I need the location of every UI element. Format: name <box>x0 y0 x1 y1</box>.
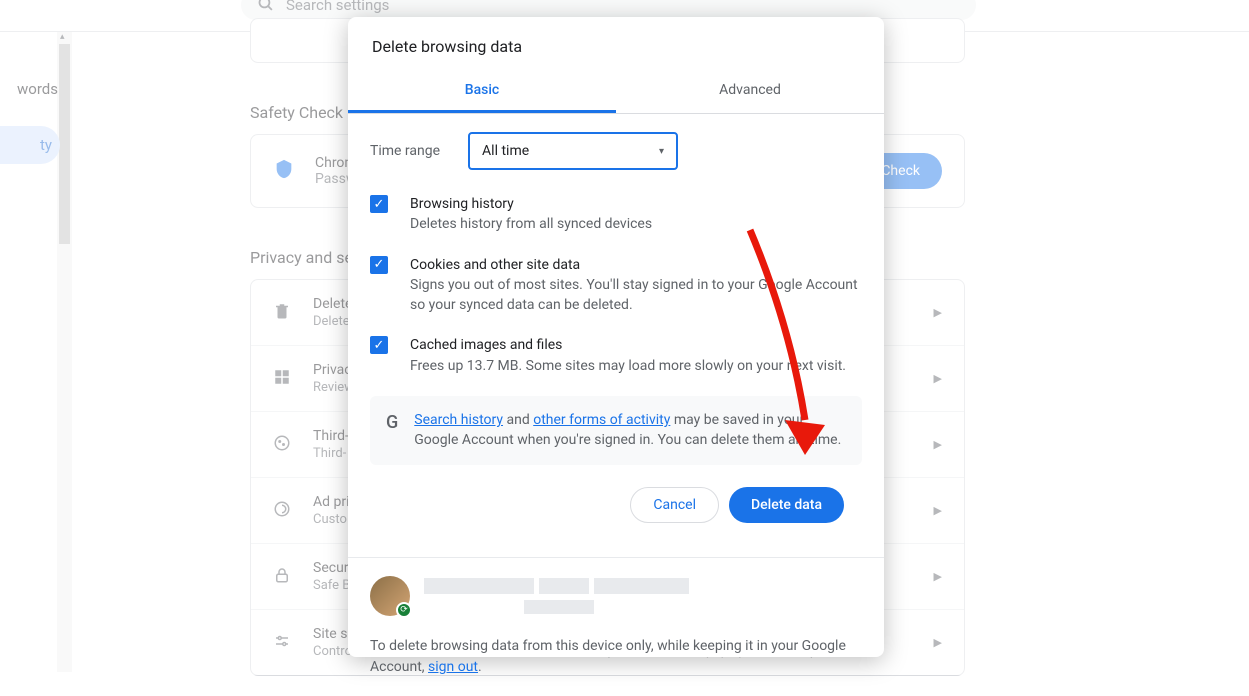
chevron-down-icon: ▾ <box>659 146 664 157</box>
sync-badge-icon: ⟳ <box>396 602 412 618</box>
google-icon: G <box>386 410 398 451</box>
browsing-history-checkbox[interactable]: ✓ <box>370 195 388 213</box>
tab-advanced[interactable]: Advanced <box>616 70 884 113</box>
tab-basic[interactable]: Basic <box>348 70 616 113</box>
cookies-title: Cookies and other site data <box>410 255 862 275</box>
cookies-checkbox[interactable]: ✓ <box>370 256 388 274</box>
cookies-desc: Signs you out of most sites. You'll stay… <box>410 275 862 316</box>
search-history-link[interactable]: Search history <box>414 412 503 428</box>
google-info-box: G Search history and other forms of acti… <box>370 396 862 465</box>
avatar: ⟳ <box>370 576 410 616</box>
browsing-history-desc: Deletes history from all synced devices <box>410 214 652 234</box>
time-range-label: Time range <box>370 143 440 159</box>
sign-out-link[interactable]: sign out <box>428 659 478 675</box>
browsing-history-title: Browsing history <box>410 194 652 214</box>
other-activity-link[interactable]: other forms of activity <box>533 412 670 428</box>
delete-data-button[interactable]: Delete data <box>729 487 844 523</box>
delete-browsing-data-dialog: Delete browsing data Basic Advanced Time… <box>348 17 884 657</box>
cancel-button[interactable]: Cancel <box>630 487 719 523</box>
dropdown-value: All time <box>482 143 529 159</box>
time-range-dropdown[interactable]: All time ▾ <box>468 132 678 170</box>
cache-title: Cached images and files <box>410 335 846 355</box>
cache-checkbox[interactable]: ✓ <box>370 336 388 354</box>
dialog-tabs: Basic Advanced <box>348 70 884 114</box>
dialog-title: Delete browsing data <box>348 17 884 70</box>
cache-desc: Frees up 13.7 MB. Some sites may load mo… <box>410 356 846 376</box>
